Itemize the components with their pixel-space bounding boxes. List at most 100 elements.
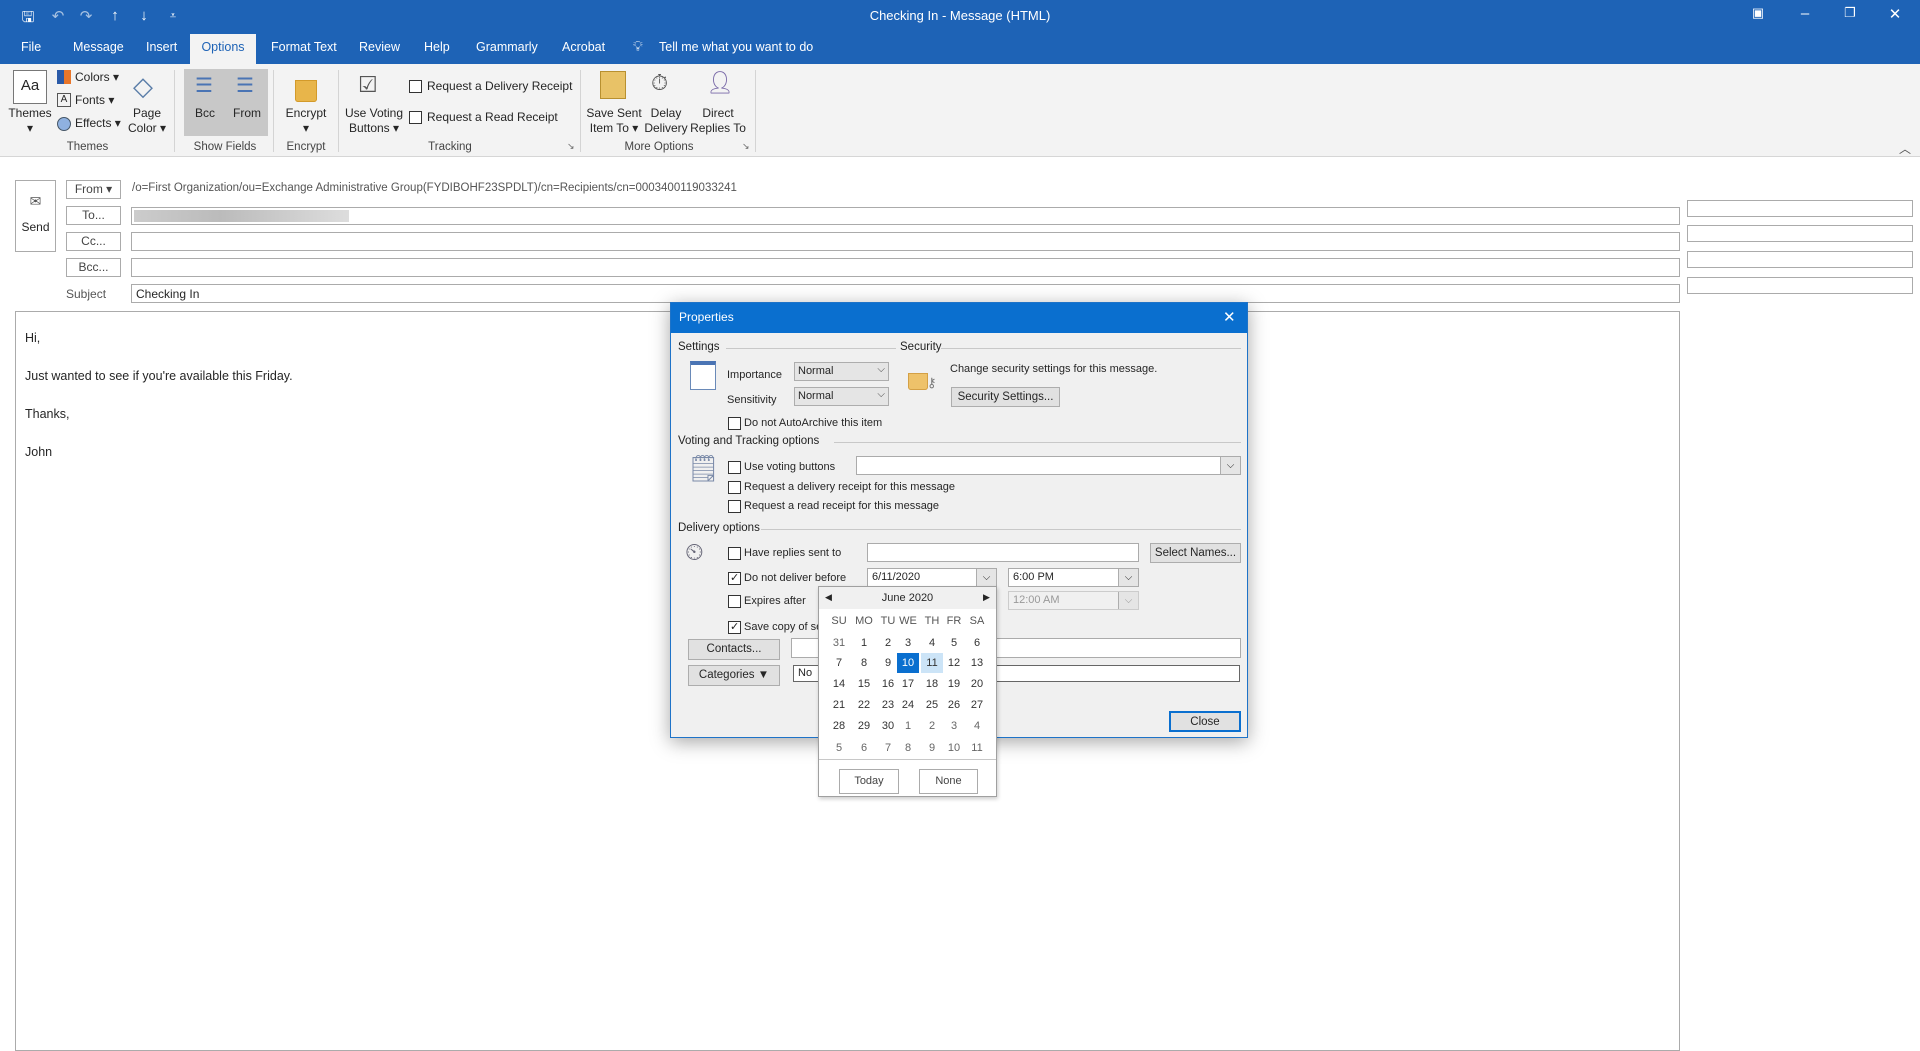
page-color-button[interactable]: Page Color ▾: [124, 106, 170, 136]
contacts-button[interactable]: Contacts...: [688, 639, 780, 660]
calendar-day[interactable]: 8: [853, 653, 875, 673]
calendar-day[interactable]: 11: [921, 653, 943, 673]
calendar-day[interactable]: 5: [828, 738, 850, 758]
subject-input[interactable]: Checking In: [131, 284, 1680, 303]
select-names-button[interactable]: Select Names...: [1150, 543, 1241, 563]
cc-input[interactable]: [131, 232, 1680, 251]
calendar-day[interactable]: 4: [921, 633, 943, 653]
close-icon[interactable]: ✕: [1880, 5, 1910, 23]
themes-button[interactable]: Themes ▾: [6, 106, 54, 136]
calendar-day[interactable]: 8: [897, 738, 919, 758]
calendar-day[interactable]: 1: [853, 633, 875, 653]
dialog-launcher-icon[interactable]: ↘: [742, 141, 750, 152]
calendar-day[interactable]: 2: [877, 633, 899, 653]
to-input[interactable]: [131, 207, 1680, 225]
tab-acrobat[interactable]: Acrobat: [562, 40, 605, 54]
calendar-day[interactable]: 20: [966, 674, 988, 694]
from-field-button[interactable]: From: [228, 106, 266, 121]
calendar-day[interactable]: 17: [897, 674, 919, 694]
calendar-day[interactable]: 18: [921, 674, 943, 694]
encrypt-button[interactable]: Encrypt ▾: [280, 106, 332, 136]
calendar-day[interactable]: 15: [853, 674, 875, 694]
calendar-day[interactable]: 19: [943, 674, 965, 694]
calendar-day[interactable]: 29: [853, 716, 875, 736]
calendar-day[interactable]: 5: [943, 633, 965, 653]
tab-review[interactable]: Review: [359, 40, 400, 54]
dialog-close-icon[interactable]: ✕: [1223, 308, 1236, 326]
collapse-ribbon-icon[interactable]: ︿: [1899, 140, 1911, 157]
save-sent-item-button[interactable]: Save Sent Item To ▾: [585, 106, 643, 136]
calendar-day[interactable]: 25: [921, 695, 943, 715]
close-button[interactable]: Close: [1169, 711, 1241, 732]
voting-choices-select[interactable]: ⌵: [856, 456, 1241, 475]
to-button[interactable]: To...: [66, 206, 121, 225]
colors-button[interactable]: Colors ▾: [75, 70, 119, 85]
deliver-date-input[interactable]: 6/11/2020 ⌵: [867, 568, 997, 587]
use-voting-buttons[interactable]: Use Voting Buttons ▾: [343, 106, 405, 136]
calendar-day[interactable]: 10: [897, 653, 919, 673]
tab-grammarly[interactable]: Grammarly: [476, 40, 538, 54]
calendar-day[interactable]: 21: [828, 695, 850, 715]
calendar-day[interactable]: 7: [828, 653, 850, 673]
bcc-button[interactable]: Bcc...: [66, 258, 121, 277]
next-month-icon[interactable]: ▶: [983, 592, 990, 603]
calendar-day[interactable]: 31: [828, 633, 850, 653]
autoarchive-checkbox[interactable]: [728, 417, 741, 430]
read-receipt-checkbox[interactable]: [728, 500, 741, 513]
calendar-day[interactable]: 3: [943, 716, 965, 736]
cc-button[interactable]: Cc...: [66, 232, 121, 251]
tab-message[interactable]: Message: [73, 40, 124, 54]
calendar-day[interactable]: 13: [966, 653, 988, 673]
tab-help[interactable]: Help: [424, 40, 450, 54]
bcc-button[interactable]: Bcc: [186, 106, 224, 121]
importance-select[interactable]: Normal ⌵: [794, 362, 889, 381]
security-settings-button[interactable]: Security Settings...: [951, 387, 1060, 407]
calendar-day[interactable]: 6: [966, 633, 988, 653]
calendar-day[interactable]: 9: [921, 738, 943, 758]
calendar-day[interactable]: 3: [897, 633, 919, 653]
fonts-button[interactable]: Fonts ▾: [75, 93, 114, 108]
none-button[interactable]: None: [919, 769, 978, 794]
dialog-launcher-icon[interactable]: ↘: [567, 141, 575, 152]
save-copy-checkbox[interactable]: [728, 620, 741, 634]
do-not-deliver-checkbox[interactable]: [728, 571, 741, 585]
from-button[interactable]: From ▾: [66, 180, 121, 199]
date-dropdown-button[interactable]: ⌵: [976, 569, 996, 586]
use-voting-checkbox[interactable]: [728, 461, 741, 474]
tab-options[interactable]: Options: [190, 34, 256, 64]
have-replies-checkbox[interactable]: [728, 547, 741, 560]
calendar-day[interactable]: 14: [828, 674, 850, 694]
tab-insert[interactable]: Insert: [146, 40, 177, 54]
bcc-input[interactable]: [131, 258, 1680, 277]
replies-to-input[interactable]: [867, 543, 1139, 562]
calendar-day[interactable]: 24: [897, 695, 919, 715]
ribbon-display-icon[interactable]: ▣: [1743, 5, 1773, 21]
tab-format-text[interactable]: Format Text: [271, 40, 337, 54]
tab-file[interactable]: File: [21, 40, 41, 54]
effects-button[interactable]: Effects ▾: [75, 116, 121, 131]
calendar-day[interactable]: 22: [853, 695, 875, 715]
delivery-receipt-checkbox[interactable]: [728, 481, 741, 494]
delivery-receipt-checkbox[interactable]: [409, 80, 422, 93]
calendar-day[interactable]: 11: [966, 738, 988, 758]
calendar-day[interactable]: 6: [853, 738, 875, 758]
send-button[interactable]: ✉ Send: [15, 180, 56, 252]
deliver-time-input[interactable]: 6:00 PM ⌵: [1008, 568, 1139, 587]
direct-replies-button[interactable]: Direct Replies To: [690, 106, 746, 136]
sensitivity-select[interactable]: Normal ⌵: [794, 387, 889, 406]
expires-checkbox[interactable]: [728, 595, 741, 608]
calendar-day[interactable]: 2: [921, 716, 943, 736]
calendar-day[interactable]: 10: [943, 738, 965, 758]
calendar-day[interactable]: 26: [943, 695, 965, 715]
calendar-day[interactable]: 27: [966, 695, 988, 715]
calendar-day[interactable]: 16: [877, 674, 899, 694]
calendar-day[interactable]: 23: [877, 695, 899, 715]
categories-button[interactable]: Categories ▼: [688, 665, 780, 686]
today-button[interactable]: Today: [839, 769, 899, 794]
calendar-day[interactable]: 28: [828, 716, 850, 736]
minimize-icon[interactable]: –: [1790, 5, 1820, 22]
tell-me-search[interactable]: Tell me what you want to do: [659, 40, 813, 54]
calendar-day[interactable]: 30: [877, 716, 899, 736]
calendar-day[interactable]: 4: [966, 716, 988, 736]
delay-delivery-button[interactable]: Delay Delivery: [641, 106, 691, 136]
